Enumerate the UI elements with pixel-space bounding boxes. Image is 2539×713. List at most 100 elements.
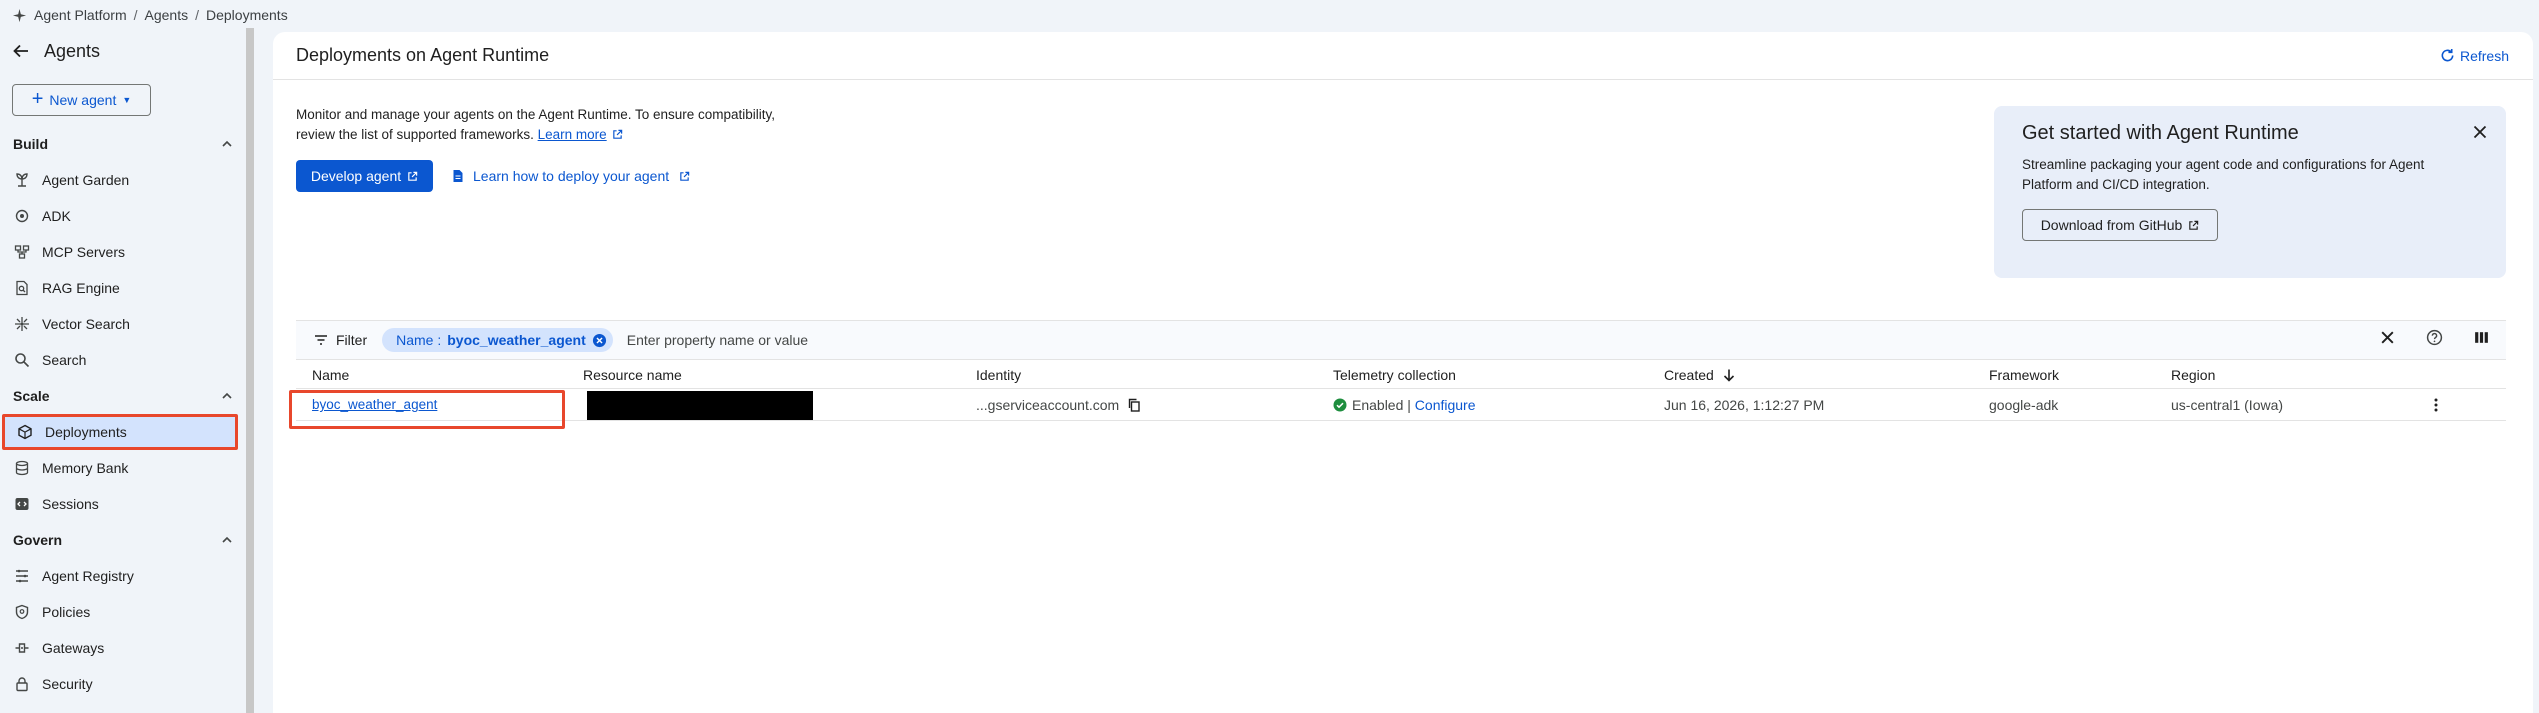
sidebar-item-gateways[interactable]: Gateways [0, 630, 246, 666]
section-govern[interactable]: Govern [0, 522, 246, 558]
sidebar-scrollbar[interactable] [246, 28, 254, 713]
filter-input[interactable]: Enter property name or value [627, 332, 808, 348]
identity-cell: ...gserviceaccount.com [976, 397, 1141, 413]
page-title: Deployments on Agent Runtime [296, 45, 550, 65]
breadcrumb-separator: / [133, 7, 138, 23]
main-panel: Deployments on Agent Runtime Refresh Mon… [273, 32, 2533, 713]
new-agent-label: New agent [49, 92, 117, 108]
develop-agent-button[interactable]: Develop agent [296, 160, 433, 192]
adk-icon [15, 209, 29, 223]
sidebar-header: Agents [0, 28, 246, 74]
chevron-up-icon [222, 140, 232, 147]
breadcrumb: Agent Platform / Agents / Deployments [12, 4, 288, 26]
sidebar-title: Agents [44, 40, 101, 61]
sidebar-item-label: ADK [42, 208, 71, 224]
learn-more-link[interactable]: Learn more [538, 127, 607, 142]
agent-registry-icon [16, 569, 28, 583]
caret-down-icon: ▼ [122, 95, 132, 105]
filter-actions [2379, 329, 2490, 346]
filter-label: Filter [336, 332, 368, 348]
agent-platform-sparkle-icon [12, 8, 27, 22]
page-header: Deployments on Agent Runtime Refresh [273, 32, 2533, 80]
clear-filter-icon[interactable] [2379, 329, 2396, 346]
column-display-icon[interactable] [2473, 329, 2490, 346]
chip-value: byoc_weather_agent [447, 332, 586, 348]
intro-text: Monitor and manage your agents on the Ag… [296, 105, 856, 145]
col-header-framework[interactable]: Framework [1989, 367, 2059, 383]
sidebar-item-label: Search [42, 352, 87, 368]
sidebar-item-label: Policies [42, 604, 91, 620]
sessions-icon [15, 498, 29, 510]
sidebar: Agents + New agent ▼ Build Agent Garden … [0, 28, 246, 713]
col-header-region[interactable]: Region [2171, 367, 2215, 383]
more-vert-icon[interactable] [2428, 397, 2444, 413]
chevron-up-icon [222, 536, 232, 543]
back-arrow-icon[interactable] [12, 42, 30, 60]
breadcrumb-item-deployments: Deployments [205, 7, 288, 23]
section-scale[interactable]: Scale [0, 378, 246, 414]
sidebar-item-label: MCP Servers [42, 244, 125, 260]
col-header-telemetry[interactable]: Telemetry collection [1333, 367, 1456, 383]
promo-title: Get started with Agent Runtime [2022, 122, 2299, 144]
promo-description: Streamline packaging your agent code and… [2022, 157, 2425, 192]
sidebar-item-policies[interactable]: Policies [0, 594, 246, 630]
chevron-up-icon [222, 392, 232, 399]
sidebar-item-deployments[interactable]: Deployments [2, 414, 238, 450]
chip-key: Name : [396, 332, 442, 348]
sidebar-item-search[interactable]: Search [0, 342, 246, 378]
sidebar-item-agent-garden[interactable]: Agent Garden [0, 162, 246, 198]
filter-bar: Filter Name : byoc_weather_agent Enter p… [296, 320, 2506, 360]
identity-value: ...gserviceaccount.com [976, 396, 1120, 413]
col-header-name[interactable]: Name [312, 367, 349, 383]
sidebar-item-mcp-servers[interactable]: MCP Servers [0, 234, 246, 270]
close-icon[interactable] [2472, 124, 2488, 140]
download-github-label: Download from GitHub [2040, 217, 2183, 233]
refresh-button[interactable]: Refresh [2440, 48, 2509, 64]
sidebar-item-memory-bank[interactable]: Memory Bank [0, 450, 246, 486]
table-header: Name Resource name Identity Telemetry co… [296, 361, 2506, 389]
col-header-identity[interactable]: Identity [976, 367, 1021, 383]
sidebar-item-label: Security [42, 676, 93, 692]
sidebar-item-adk[interactable]: ADK [0, 198, 246, 234]
remove-chip-icon[interactable] [592, 333, 607, 348]
breadcrumb-item-agents[interactable]: Agents [145, 7, 189, 23]
copy-icon[interactable] [1127, 398, 1141, 412]
search-icon [15, 353, 30, 368]
sidebar-item-vector-search[interactable]: Vector Search [0, 306, 246, 342]
section-label: Govern [13, 532, 63, 548]
external-link-icon [408, 171, 418, 181]
refresh-icon [2441, 48, 2454, 62]
sidebar-item-sessions[interactable]: Sessions [0, 486, 246, 522]
breadcrumb-item-agent-platform[interactable]: Agent Platform [34, 7, 127, 23]
agent-garden-icon [16, 173, 28, 187]
breadcrumb-separator: / [195, 7, 199, 23]
sidebar-item-label: Vector Search [42, 316, 130, 332]
telemetry-status: Enabled | [1352, 396, 1411, 413]
section-label: Scale [13, 388, 50, 404]
sidebar-item-label: Memory Bank [42, 460, 129, 476]
deployments-icon [18, 424, 32, 440]
intro-line-1: Monitor and manage your agents on the Ag… [296, 107, 776, 122]
learn-deploy-link[interactable]: Learn how to deploy your agent [451, 160, 690, 192]
telemetry-cell: Enabled | Configure [1333, 397, 1476, 413]
resource-name-redacted [587, 391, 813, 420]
configure-link[interactable]: Configure [1415, 397, 1476, 413]
new-agent-button[interactable]: + New agent ▼ [12, 84, 151, 116]
sidebar-item-rag-engine[interactable]: RAG Engine [0, 270, 246, 306]
sidebar-item-label: Gateways [42, 640, 105, 656]
download-github-button[interactable]: Download from GitHub [2022, 209, 2218, 241]
col-header-created[interactable]: Created [1664, 367, 1736, 383]
filter-chip[interactable]: Name : byoc_weather_agent [382, 328, 613, 352]
sidebar-item-label: Agent Registry [42, 568, 134, 584]
col-header-resource-name[interactable]: Resource name [583, 367, 682, 383]
sidebar-item-agent-registry[interactable]: Agent Registry [0, 558, 246, 594]
sidebar-item-security[interactable]: Security [0, 666, 246, 702]
sidebar-item-label: RAG Engine [42, 280, 120, 296]
lock-icon [16, 677, 28, 692]
framework-cell: google-adk [1989, 396, 2059, 413]
filter-button[interactable]: Filter [313, 332, 367, 348]
help-icon[interactable] [2426, 329, 2443, 346]
section-build[interactable]: Build [0, 126, 246, 162]
sidebar-item-label: Deployments [45, 424, 127, 440]
gateways-icon [15, 643, 29, 653]
